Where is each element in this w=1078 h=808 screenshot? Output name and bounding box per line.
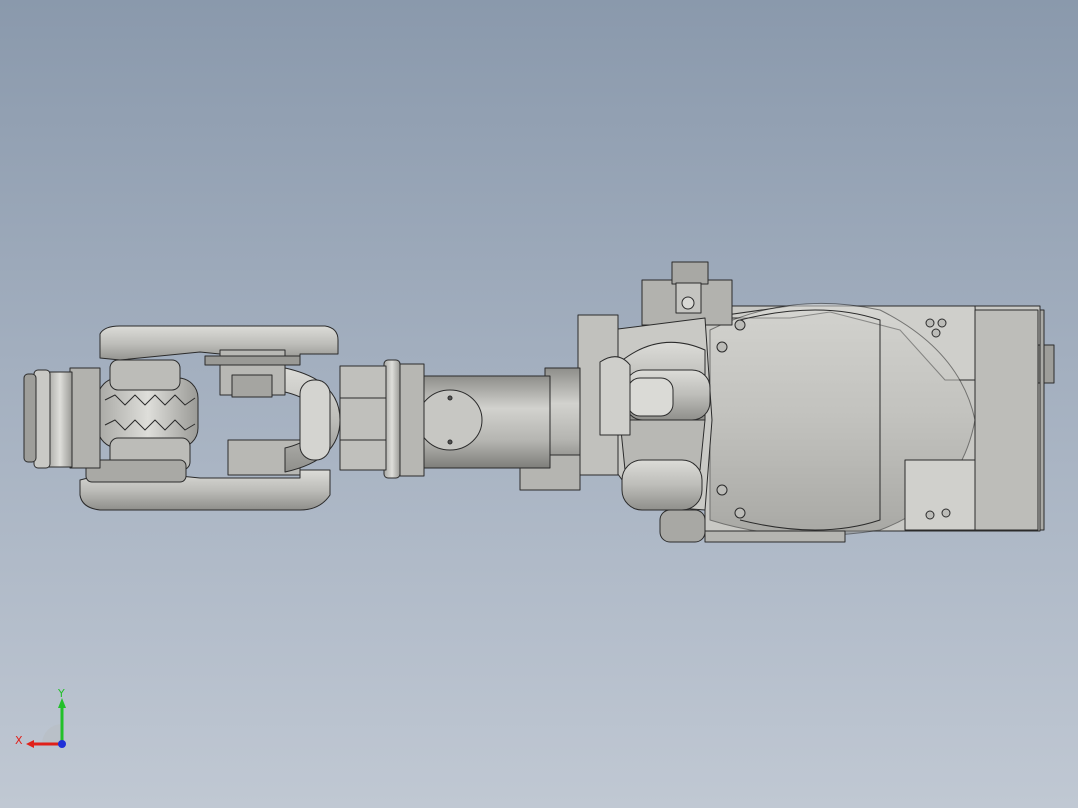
cad-graphics-viewport[interactable]: Y X	[0, 0, 1078, 808]
coordinate-triad: Y X	[15, 687, 66, 748]
x-axis-label: X	[15, 734, 23, 747]
y-axis-label: Y	[57, 687, 65, 700]
z-axis-origin	[58, 740, 66, 748]
upper-arm-tube[interactable]	[339, 359, 581, 491]
axis1-motor[interactable]	[641, 261, 733, 326]
x-axis-arrowhead	[26, 740, 34, 748]
triad-plane	[42, 724, 62, 744]
shoulder-housing[interactable]	[577, 314, 713, 543]
tool-flange[interactable]	[23, 367, 101, 469]
robot-arm-model[interactable]	[0, 0, 1078, 808]
robot-base[interactable]	[704, 302, 1055, 543]
forearm-fork[interactable]	[79, 325, 341, 511]
